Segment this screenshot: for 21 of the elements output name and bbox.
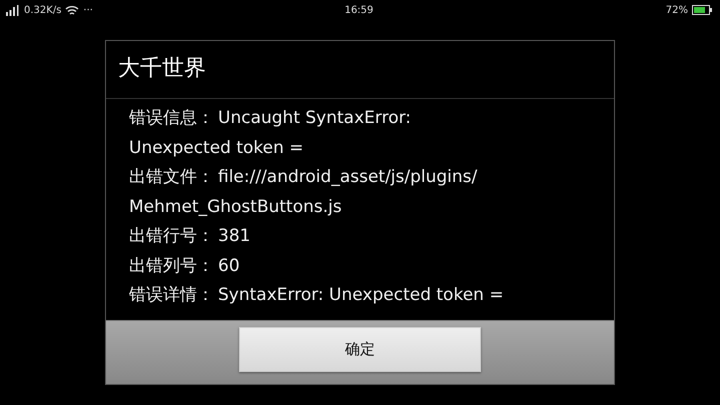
ok-button[interactable]: 确定 [239,327,481,372]
field-value: SyntaxError: Unexpected token = [218,285,504,305]
field-label: 出错行号： [129,226,214,246]
field-value: 381 [218,226,250,246]
signal-icon [6,4,20,16]
field-value: Mehmet_GhostButtons.js [129,196,342,216]
wifi-icon [65,4,80,16]
field-value: Uncaught SyntaxError: [218,108,412,128]
field-label: 出错列号： [129,256,214,276]
dialog-title: 大千世界 [106,41,614,99]
more-indicator: ··· [83,4,93,16]
field-value: Unexpected token = [129,138,304,158]
field-value: file:///android_asset/js/plugins/ [218,167,478,187]
field-label: 出错文件： [129,167,214,187]
battery-icon [692,5,712,15]
clock: 16:59 [344,4,374,16]
field-label: 错误详情： [129,285,214,305]
field-label: 错误信息： [129,108,214,128]
network-speed: 0.32K/s [24,4,62,16]
field-value: 60 [218,256,240,276]
battery-percent: 72% [666,4,688,16]
